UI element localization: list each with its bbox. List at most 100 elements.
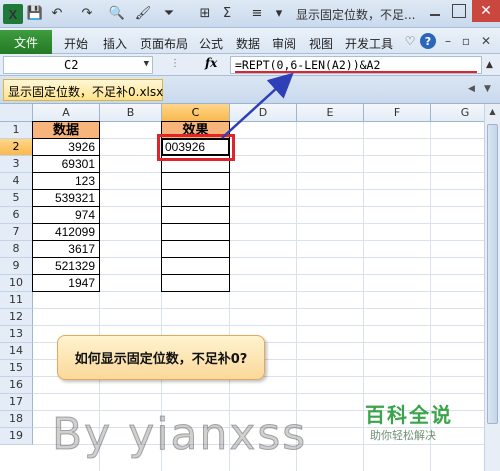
workbook-scroll-left-icon[interactable]: ◀ [468, 84, 475, 94]
name-box-dropdown-icon[interactable]: ▼ [144, 59, 149, 69]
cell-c10[interactable] [161, 274, 230, 292]
row-header-5[interactable]: 5 [0, 190, 33, 207]
excel-app-icon[interactable]: X [3, 4, 23, 24]
row-header-10[interactable]: 10 [0, 275, 33, 292]
formula-input[interactable]: =REPT(0,6-LEN(A2))&A2 [230, 56, 482, 74]
tab-home[interactable]: 开始 [64, 35, 88, 52]
workbook-tab[interactable]: 显示固定位数，不足补0.xlsx [3, 79, 163, 101]
filter-icon[interactable]: ⏷ [160, 4, 178, 22]
brand-watermark: 百科全说 [365, 403, 453, 427]
name-box[interactable]: C2 ▼ [3, 56, 153, 74]
column-header-b[interactable]: B [100, 104, 162, 122]
cell-a4[interactable]: 123 [32, 172, 100, 190]
column-header-e[interactable]: E [297, 104, 364, 122]
tab-file[interactable]: 文件 [0, 30, 52, 54]
row-header-9[interactable]: 9 [0, 258, 33, 275]
row-header-17[interactable]: 17 [0, 394, 33, 411]
vertical-scrollbar[interactable]: ▲ [484, 104, 500, 471]
row-header-8[interactable]: 8 [0, 241, 33, 258]
row-header-12[interactable]: 12 [0, 309, 33, 326]
redo-icon[interactable]: ↷ [78, 4, 96, 22]
worksheet-grid[interactable]: A B C D E F G 1 2 3 4 5 6 7 8 9 10 11 12 13 14 15 16 17 18 19 数据 效果… [0, 104, 500, 471]
cell-c4[interactable] [161, 172, 230, 190]
column-header-f[interactable]: F [364, 104, 431, 122]
row-header-6[interactable]: 6 [0, 207, 33, 224]
undo-icon[interactable]: ↶ [48, 4, 66, 22]
borders-icon[interactable]: ⊞ [196, 4, 214, 22]
row-header-2[interactable]: 2 [0, 139, 33, 156]
workbook-scroll-right-icon[interactable]: ▼ [484, 84, 491, 94]
title-bar: X 💾 ↶ ↷ 🔍 🖌 ⏷ ⊞ Σ ≡ ▾ 显示固定位数，不足... ✕ [0, 0, 500, 28]
cell-c5[interactable] [161, 189, 230, 207]
tab-view[interactable]: 视图 [309, 35, 333, 52]
cell-c7[interactable] [161, 223, 230, 241]
gridline-horizontal [33, 257, 500, 258]
column-header-a[interactable]: A [33, 104, 100, 122]
name-box-value: C2 [64, 58, 79, 72]
gridline-vertical [363, 122, 364, 471]
cell-a9[interactable]: 521329 [32, 257, 100, 275]
row-header-7[interactable]: 7 [0, 224, 33, 241]
gridline-horizontal [33, 240, 500, 241]
cell-a3[interactable]: 69301 [32, 155, 100, 173]
doc-minimize-icon[interactable]: – [440, 33, 456, 49]
cell-c6[interactable] [161, 206, 230, 224]
help-icon[interactable]: ? [420, 33, 436, 49]
column-header-c[interactable]: C [162, 104, 230, 122]
row-header-13[interactable]: 13 [0, 326, 33, 343]
cell-a5[interactable]: 539321 [32, 189, 100, 207]
row-header-3[interactable]: 3 [0, 156, 33, 173]
tab-developer[interactable]: 开发工具 [345, 35, 393, 52]
row-header-14[interactable]: 14 [0, 343, 33, 360]
gridline-horizontal [33, 325, 500, 326]
column-header-d[interactable]: D [230, 104, 297, 122]
scroll-up-icon[interactable]: ▲ [485, 104, 500, 120]
tab-page-layout[interactable]: 页面布局 [140, 35, 188, 52]
print-preview-icon[interactable]: 🔍 [108, 4, 126, 22]
maximize-button[interactable] [452, 4, 466, 18]
row-header-1[interactable]: 1 [0, 122, 33, 139]
row-header-16[interactable]: 16 [0, 377, 33, 394]
row-header-11[interactable]: 11 [0, 292, 33, 309]
minimize-button[interactable] [426, 3, 444, 21]
doc-close-icon[interactable]: ✕ [478, 33, 494, 49]
save-icon[interactable]: 💾 [26, 4, 44, 22]
align-icon[interactable]: ≡ [248, 4, 266, 22]
gridline-horizontal [33, 189, 500, 190]
gridline-horizontal [33, 291, 500, 292]
select-all-corner[interactable] [0, 104, 33, 122]
tab-review[interactable]: 审阅 [272, 35, 296, 52]
cell-a7[interactable]: 412099 [32, 223, 100, 241]
formula-bar-grip-icon[interactable]: ⋮ [170, 58, 180, 69]
doc-restore-icon[interactable]: ▫ [458, 33, 474, 49]
tab-formulas[interactable]: 公式 [199, 35, 223, 52]
row-header-18[interactable]: 18 [0, 411, 33, 428]
cell-a1-header[interactable]: 数据 [32, 121, 100, 139]
row-header-15[interactable]: 15 [0, 360, 33, 377]
row-header-4[interactable]: 4 [0, 173, 33, 190]
customize-icon[interactable]: ▾ [270, 4, 288, 22]
author-watermark: By yianxss [51, 409, 308, 461]
autosum-icon[interactable]: Σ [218, 4, 236, 22]
tab-data[interactable]: 数据 [236, 35, 260, 52]
gridline-horizontal [33, 274, 500, 275]
close-button[interactable]: ✕ [472, 0, 500, 22]
insert-function-icon[interactable]: fx [205, 56, 217, 70]
scroll-thumb[interactable] [487, 124, 498, 424]
cell-c8[interactable] [161, 240, 230, 258]
cell-a2[interactable]: 3926 [32, 138, 100, 156]
gridline-horizontal [33, 155, 500, 156]
tab-insert[interactable]: 插入 [103, 35, 127, 52]
cell-a6[interactable]: 974 [32, 206, 100, 224]
gridline-horizontal [33, 172, 500, 173]
format-painter-icon[interactable]: 🖌 [134, 4, 152, 22]
cell-a10[interactable]: 1947 [32, 274, 100, 292]
highlight-rectangle [157, 134, 235, 161]
cell-a8[interactable]: 3617 [32, 240, 100, 258]
formula-expand-icon[interactable]: ▲ [486, 60, 493, 70]
gridline-horizontal [33, 308, 500, 309]
ribbon-collapse-icon[interactable]: ♡ [402, 33, 418, 49]
formula-underline [235, 71, 477, 73]
row-header-19[interactable]: 19 [0, 428, 33, 445]
cell-c9[interactable] [161, 257, 230, 275]
